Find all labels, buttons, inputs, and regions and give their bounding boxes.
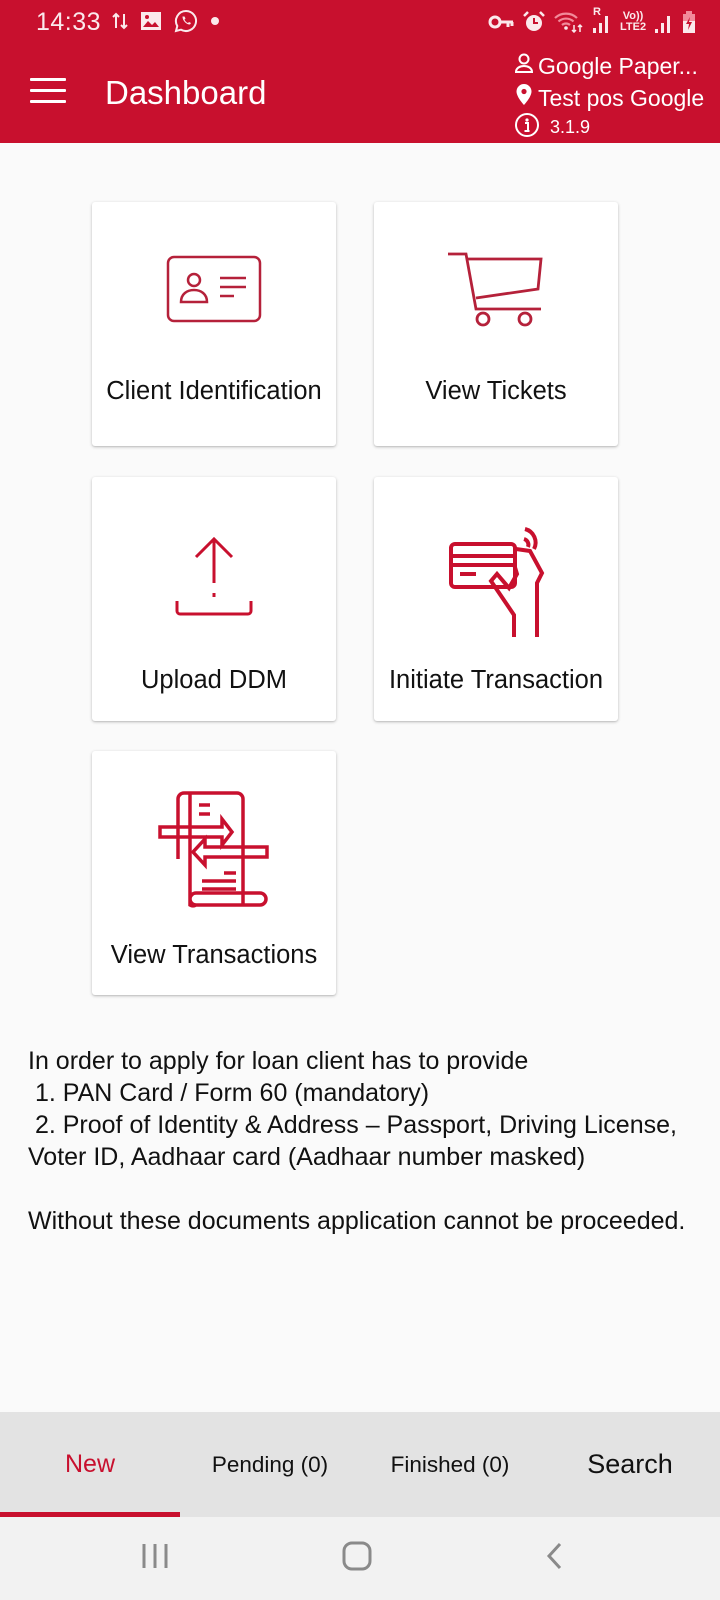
- id-card-icon: [92, 242, 336, 352]
- status-bar: 14:33 R Vo)) LTE2: [0, 0, 720, 46]
- upload-icon: [92, 517, 336, 627]
- hamburger-menu-button[interactable]: [30, 78, 66, 106]
- data-transfer-icon: [112, 10, 128, 32]
- tile-label: View Tickets: [425, 377, 567, 405]
- person-icon: [514, 52, 534, 80]
- page-title: Dashboard: [105, 74, 267, 111]
- tab-search[interactable]: Search: [540, 1412, 720, 1517]
- back-button[interactable]: [505, 1517, 605, 1600]
- shopping-cart-icon: [374, 242, 618, 352]
- signal-roaming-icon: R: [592, 6, 612, 34]
- tab-label: New: [64, 1450, 115, 1478]
- tile-initiate-transaction[interactable]: Initiate Transaction: [374, 477, 618, 721]
- bottom-tab-bar: New Pending (0) Finished (0) Search: [0, 1412, 720, 1517]
- tab-label: Search: [587, 1449, 673, 1479]
- tile-view-transactions[interactable]: View Transactions: [92, 751, 336, 995]
- menu-icon-bar: [30, 100, 66, 103]
- status-time: 14:33: [36, 8, 102, 36]
- user-name: Google Paper...: [538, 52, 698, 79]
- location-name: Test pos Google: [538, 84, 705, 111]
- wifi-icon: [554, 11, 584, 33]
- info-icon: [514, 112, 540, 143]
- back-icon: [544, 1541, 566, 1576]
- signal-icon: [654, 10, 674, 34]
- home-button[interactable]: [307, 1517, 407, 1600]
- app-version: 3.1.9: [550, 116, 591, 137]
- system-navigation-bar: [0, 1517, 720, 1600]
- tile-label: Initiate Transaction: [388, 666, 604, 694]
- alarm-icon: [522, 10, 546, 34]
- contactless-card-payment-icon: [374, 517, 618, 637]
- version-row: 3.1.9: [514, 112, 714, 143]
- menu-icon-bar: [30, 89, 66, 92]
- tile-label: View Transactions: [110, 941, 318, 969]
- user-name-row: Google Paper...: [514, 50, 714, 82]
- location-row: Test pos Google: [514, 82, 714, 114]
- home-icon: [341, 1540, 373, 1577]
- app-bar: 14:33 R Vo)) LTE2 Dashboard Google Paper…: [0, 0, 720, 143]
- notification-dot-icon: [210, 16, 220, 26]
- tile-view-tickets[interactable]: View Tickets: [374, 202, 618, 446]
- volte-lte2-icon: Vo)) LTE2: [620, 11, 646, 33]
- location-pin-icon: [514, 83, 534, 113]
- user-info: Google Paper... Test pos Google 3.1.9: [514, 50, 714, 140]
- tab-pending[interactable]: Pending (0): [180, 1412, 360, 1517]
- tile-label: Upload DDM: [141, 666, 287, 694]
- recent-apps-button[interactable]: [105, 1517, 205, 1600]
- vpn-key-icon: [488, 14, 514, 30]
- tile-label: Client Identification: [106, 377, 322, 405]
- tile-client-identification[interactable]: Client Identification: [92, 202, 336, 446]
- menu-icon-bar: [30, 78, 66, 81]
- roaming-label: R: [593, 6, 601, 18]
- tab-label: Finished (0): [390, 1451, 510, 1477]
- lte-label: LTE2: [620, 21, 647, 33]
- tile-upload-ddm[interactable]: Upload DDM: [92, 477, 336, 721]
- battery-charging-icon: [682, 10, 696, 34]
- gallery-icon: [140, 11, 162, 31]
- tab-new[interactable]: New: [0, 1412, 180, 1517]
- whatsapp-icon: [174, 9, 198, 33]
- tab-finished[interactable]: Finished (0): [360, 1412, 540, 1517]
- loan-requirements-text: In order to apply for loan client has to…: [28, 1047, 686, 1235]
- document-transfer-icon: [92, 791, 336, 908]
- recent-apps-icon: [140, 1541, 170, 1576]
- tab-label: Pending (0): [211, 1451, 329, 1477]
